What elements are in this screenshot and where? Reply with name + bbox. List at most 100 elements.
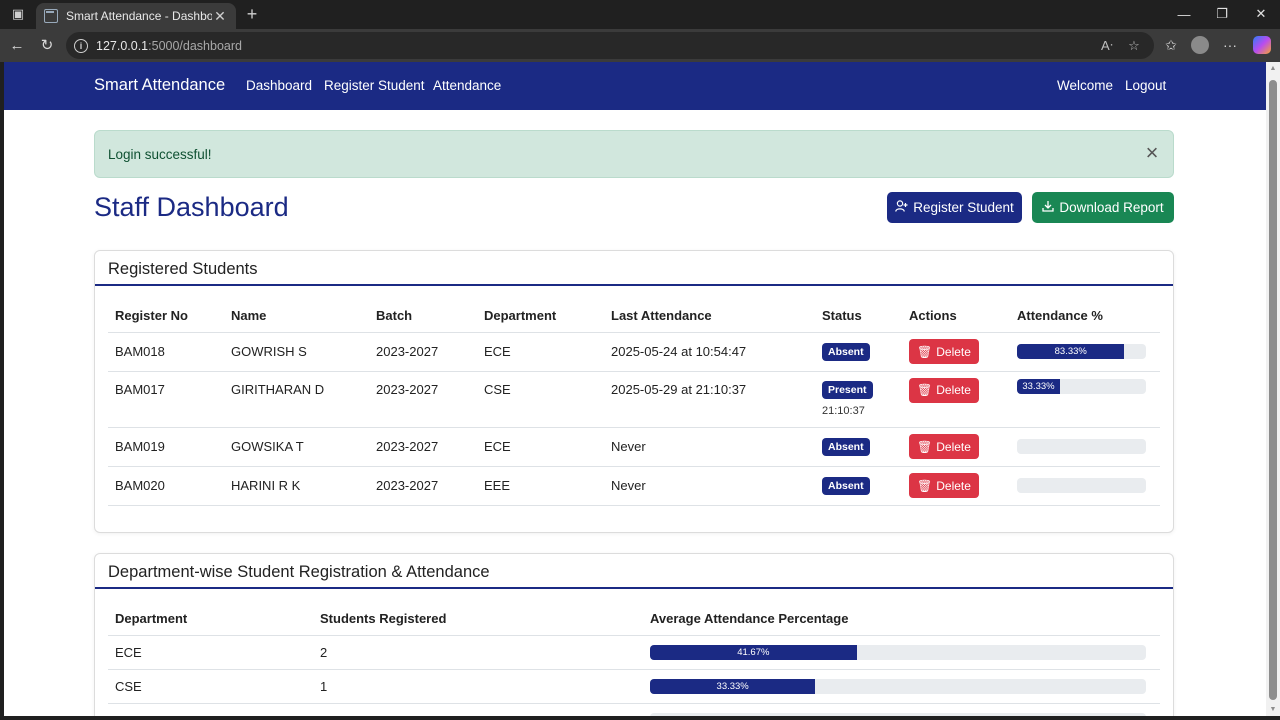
download-report-label: Download Report [1059, 200, 1164, 215]
card-header-students: Registered Students [95, 251, 1173, 286]
cell-department: CSE [484, 381, 511, 397]
delete-button[interactable]: 🗑 Delete [909, 473, 979, 498]
nav-link-attendance[interactable]: Attendance [433, 78, 501, 93]
departments-table-header: Department Students Registered Average A… [108, 602, 1160, 635]
table-row: BAM020 HARINI R K 2023-2027 EEE Never Ab… [108, 466, 1160, 505]
registered-students-card: Registered Students Register No Name Bat… [94, 250, 1174, 533]
cell-department: ECE [115, 644, 142, 660]
cell-department: EEE [484, 478, 511, 493]
cell-name: HARINI R K [231, 478, 301, 493]
cell-batch: 2023-2027 [376, 478, 439, 493]
cell-department [108, 703, 320, 716]
table-row: BAM019 GOWSIKA T 2023-2027 ECE Never Abs… [108, 427, 1160, 466]
status-time: 21:10:37 [822, 404, 865, 417]
delete-label: Delete [936, 344, 971, 359]
department-progress: 33.33% [650, 678, 1146, 694]
read-aloud-icon[interactable]: Aᐧ [1096, 37, 1118, 55]
page-viewport: Smart Attendance Dashboard Register Stud… [4, 62, 1266, 716]
cell-department: ECE [484, 344, 511, 359]
department-progress-fill: 33.33% [650, 678, 816, 694]
attendance-progress: 33.33% [1017, 378, 1146, 394]
trash-icon: 🗑 [917, 344, 933, 359]
site-info-icon[interactable]: i [74, 38, 88, 53]
cell-register-no: BAM018 [115, 344, 165, 359]
reload-icon[interactable]: ↻ [35, 34, 59, 56]
attendance-progress [1017, 439, 1146, 454]
cell-students-registered: 2 [320, 644, 328, 660]
profile-avatar[interactable] [1191, 36, 1209, 54]
col-actions: Actions [909, 307, 957, 323]
col-average-attendance: Average Attendance Percentage [650, 610, 849, 626]
tab-title: Smart Attendance - Dashboard [66, 9, 212, 23]
scrollbar-thumb[interactable] [1269, 80, 1277, 700]
col-status: Status [822, 307, 862, 323]
nav-welcome: Welcome [1057, 78, 1114, 93]
departments-table: Department Students Registered Average A… [108, 602, 1160, 716]
cell-students-registered: 1 [320, 678, 328, 694]
nav-link-register-student[interactable]: Register Student [324, 78, 425, 93]
navbar-brand[interactable]: Smart Attendance [94, 76, 225, 95]
cell-register-no: BAM019 [115, 439, 165, 454]
window-close-icon[interactable]: ✕ [1241, 2, 1280, 26]
url-text[interactable]: 127.0.0.1:5000/dashboard [96, 39, 242, 53]
cell-register-no: BAM020 [115, 478, 165, 493]
col-register-no: Register No [115, 307, 188, 323]
new-tab-icon[interactable]: + [242, 4, 262, 24]
cell-name: GIRITHARAN D [231, 381, 325, 397]
col-students-registered: Students Registered [320, 610, 447, 626]
tab-close-icon[interactable]: ✕ [212, 8, 228, 25]
alert-close-icon[interactable]: × [1141, 142, 1163, 164]
delete-button[interactable]: 🗑 Delete [909, 434, 979, 459]
success-alert: Login successful! × [94, 130, 1174, 178]
nav-link-logout[interactable]: Logout [1125, 78, 1166, 93]
trash-icon: 🗑 [917, 383, 933, 397]
back-icon[interactable]: ← [5, 34, 29, 56]
col-attendance-pct: Attendance % [1017, 307, 1103, 323]
attendance-progress: 83.33% [1017, 344, 1146, 359]
cell-department: CSE [115, 678, 142, 694]
col-name: Name [231, 307, 267, 323]
page-title: Staff Dashboard [94, 192, 289, 222]
department-progress [650, 712, 1146, 716]
browser-tab[interactable]: Smart Attendance - Dashboard ✕ [36, 3, 236, 29]
col-last-attendance: Last Attendance [611, 307, 712, 323]
table-row: ECE 2 41.67% [108, 635, 1160, 669]
cell-last-attendance: Never [611, 478, 646, 493]
address-bar[interactable]: i 127.0.0.1:5000/dashboard Aᐧ ☆ [66, 32, 1154, 59]
students-table-header: Register No Name Batch Department Last A… [108, 299, 1160, 332]
favorites-icon[interactable]: ✩ [1160, 34, 1182, 56]
col-department: Department [115, 610, 188, 626]
cell-last-attendance: 2025-05-24 at 10:54:47 [611, 344, 747, 359]
page-scrollbar[interactable]: ▲ ▼ [1266, 62, 1280, 716]
more-options-icon[interactable]: ··· [1219, 34, 1241, 56]
tab-actions-icon[interactable]: ▣ [6, 4, 30, 24]
page-favicon-icon [44, 9, 58, 23]
department-progress: 41.67% [650, 644, 1146, 660]
cell-batch: 2023-2027 [376, 344, 439, 359]
table-row: BAM017 GIRITHARAN D 2023-2027 CSE 2025-0… [108, 371, 1160, 427]
browser-tab-bar: ▣ Smart Attendance - Dashboard ✕ + — ❐ ✕ [0, 0, 1280, 29]
delete-label: Delete [936, 383, 971, 397]
cell-last-attendance: Never [611, 439, 646, 454]
copilot-icon[interactable] [1253, 36, 1271, 54]
maximize-icon[interactable]: ❐ [1202, 2, 1242, 26]
cell-students-registered [320, 703, 650, 716]
attendance-progress [1017, 478, 1146, 493]
favorite-star-icon[interactable]: ☆ [1123, 37, 1145, 55]
download-icon [1042, 200, 1054, 215]
download-report-button[interactable]: Download Report [1032, 192, 1174, 223]
scroll-up-icon[interactable]: ▲ [1269, 65, 1277, 72]
scroll-down-icon[interactable]: ▼ [1269, 706, 1277, 713]
minimize-icon[interactable]: — [1164, 2, 1204, 26]
nav-link-dashboard[interactable]: Dashboard [246, 78, 312, 93]
delete-button[interactable]: 🗑 Delete [909, 377, 979, 403]
delete-button[interactable]: 🗑 Delete [909, 339, 979, 364]
browser-toolbar: ← ↻ i 127.0.0.1:5000/dashboard Aᐧ ☆ ✩ ··… [0, 29, 1280, 62]
department-summary-card: Department-wise Student Registration & A… [94, 553, 1174, 716]
table-row: BAM018 GOWRISH S 2023-2027 ECE 2025-05-2… [108, 332, 1160, 371]
register-student-button[interactable]: Register Student [887, 192, 1022, 223]
cell-batch: 2023-2027 [376, 381, 439, 397]
trash-icon: 🗑 [917, 439, 933, 454]
register-student-label: Register Student [913, 200, 1014, 215]
cell-batch: 2023-2027 [376, 439, 439, 454]
